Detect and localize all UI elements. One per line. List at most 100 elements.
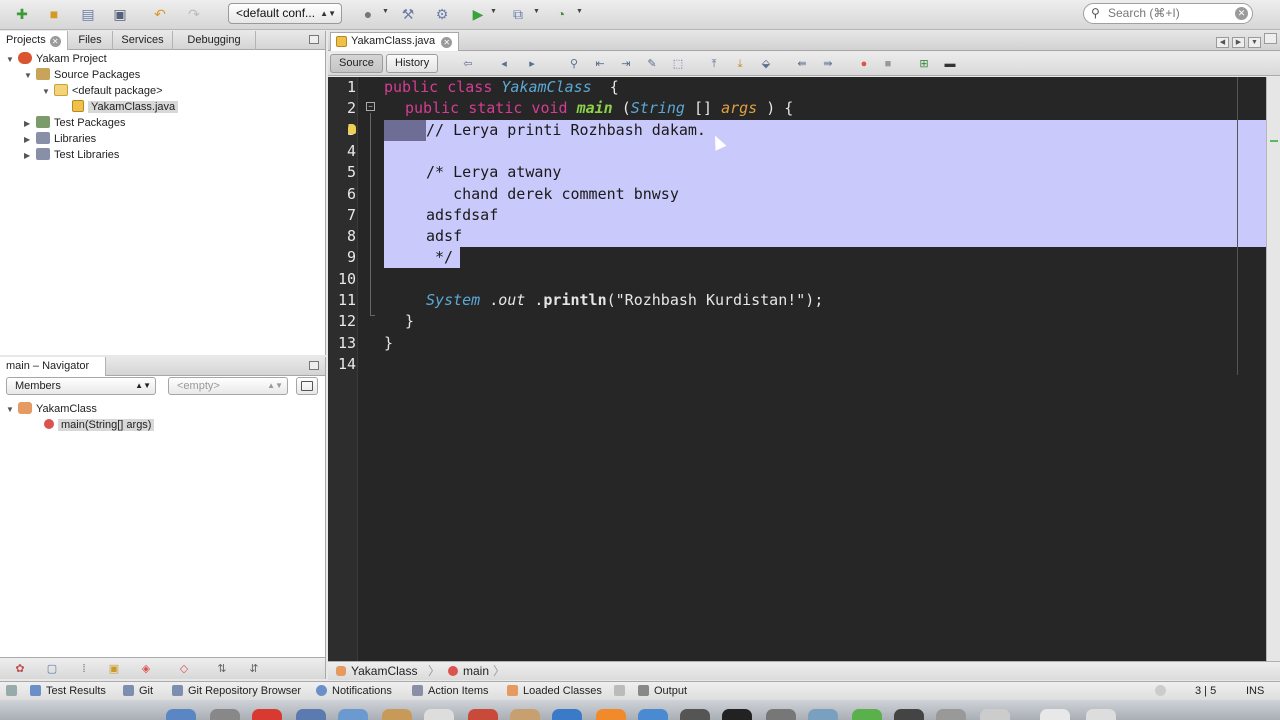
status-git[interactable]: Git xyxy=(123,682,153,700)
status-output[interactable]: Output xyxy=(638,682,687,700)
minimize-panel-icon[interactable] xyxy=(309,361,319,370)
triangle-right-icon[interactable]: ▶ xyxy=(24,116,34,132)
app-icon[interactable] xyxy=(338,709,368,720)
navigator-options-button[interactable] xyxy=(296,377,318,395)
tree-item-libraries[interactable]: ▶ Libraries xyxy=(24,131,96,147)
app-icon[interactable] xyxy=(596,709,626,720)
triangle-down-icon[interactable]: ▼ xyxy=(24,68,34,84)
run-icon[interactable]: ▶ xyxy=(468,4,488,24)
find-next-icon[interactable]: ⇥ xyxy=(618,56,634,72)
launchpad-icon[interactable] xyxy=(210,709,240,720)
shapes-icon[interactable]: ◈ xyxy=(138,661,154,677)
square-icon[interactable]: ▢ xyxy=(44,661,60,677)
sort-alpha-icon[interactable]: ⇵ xyxy=(246,661,262,677)
forward-icon[interactable]: ▸ xyxy=(524,56,540,72)
tree-item-java-file[interactable]: YakamClass.java xyxy=(70,99,179,115)
status-notifications[interactable]: Notifications xyxy=(316,682,392,700)
empty-select[interactable]: <empty> ▲▼ xyxy=(168,377,288,395)
chevron-down-icon[interactable]: ▼ xyxy=(533,8,541,15)
profile-icon[interactable]: ◔ xyxy=(551,4,571,24)
app-icon[interactable] xyxy=(424,709,454,720)
terminal-icon[interactable] xyxy=(722,709,752,720)
close-icon[interactable]: ✕ xyxy=(49,36,61,47)
undo-icon[interactable]: ↶ xyxy=(150,4,170,24)
clean-build-icon[interactable]: ⚙ xyxy=(432,4,452,24)
status-git-repository-browser[interactable]: Git Repository Browser xyxy=(172,682,301,700)
app-icon[interactable] xyxy=(510,709,540,720)
select-icon[interactable]: ⬚ xyxy=(670,56,686,72)
comment-icon[interactable]: ▬ xyxy=(942,56,958,72)
globe-icon[interactable]: ● xyxy=(358,4,378,24)
sort-icon[interactable]: ⇅ xyxy=(214,661,230,677)
tab-projects[interactable]: Projects ✕ xyxy=(0,31,68,50)
app-icon[interactable] xyxy=(552,709,582,720)
tab-navigator[interactable]: main – Navigator✕ xyxy=(0,357,106,391)
tab-services[interactable]: Services xyxy=(113,31,173,50)
shift-left-icon[interactable]: ⇚ xyxy=(794,56,810,72)
app-icon[interactable] xyxy=(766,709,796,720)
new-file-icon[interactable]: ✚ xyxy=(12,4,32,24)
project-icon[interactable]: ✿ xyxy=(12,661,28,677)
scroll-left-icon[interactable]: ◀ xyxy=(1216,37,1229,48)
tree-item-test-libraries[interactable]: ▶ Test Libraries xyxy=(24,147,119,163)
search-input[interactable]: ⚲ Search (⌘+I) ✕ xyxy=(1083,3,1253,24)
navigator-item-class[interactable]: ▼ YakamClass xyxy=(6,401,97,417)
chevron-down-icon[interactable]: ▼ xyxy=(382,8,390,15)
triangle-down-icon[interactable]: ▼ xyxy=(6,52,16,68)
hierarchy-icon[interactable]: ◇ xyxy=(176,661,192,677)
documents-icon[interactable] xyxy=(1040,709,1070,720)
status-action-items[interactable]: Action Items xyxy=(412,682,489,700)
status-output-config-icon[interactable] xyxy=(614,682,630,700)
app-icon[interactable] xyxy=(808,709,838,720)
configuration-select[interactable]: <default conf... ▲▼ xyxy=(228,3,342,24)
tab-debugging[interactable]: Debugging xyxy=(173,31,256,50)
next-bookmark-icon[interactable]: ⤓ xyxy=(732,56,748,72)
app-icon[interactable] xyxy=(468,709,498,720)
app-icon[interactable] xyxy=(638,709,668,720)
triangle-right-icon[interactable]: ▶ xyxy=(24,148,34,164)
app-icon[interactable] xyxy=(894,709,924,720)
find-icon[interactable]: ⚲ xyxy=(566,56,582,72)
shift-right-icon[interactable]: ⇛ xyxy=(820,56,836,72)
diff-icon[interactable]: ⊞ xyxy=(916,56,932,72)
tab-files[interactable]: Files xyxy=(68,31,113,50)
redo-icon[interactable]: ↷ xyxy=(184,4,204,24)
maximize-icon[interactable] xyxy=(1264,33,1277,44)
chevron-down-icon[interactable]: ▼ xyxy=(576,8,584,15)
document-list-icon[interactable]: ▼ xyxy=(1248,37,1261,48)
chevron-down-icon[interactable]: ▼ xyxy=(490,8,498,15)
build-hammer-icon[interactable]: ⚒ xyxy=(398,4,418,24)
app-icon[interactable] xyxy=(852,709,882,720)
status-bulb[interactable] xyxy=(1155,682,1171,700)
code-editor[interactable]: 1 2 3 4 5 6 7 8 9 10 11 12 13 14 − publi… xyxy=(328,77,1266,661)
find-previous-icon[interactable]: ⇤ xyxy=(592,56,608,72)
lock-icon[interactable]: ▣ xyxy=(106,661,122,677)
previous-bookmark-icon[interactable]: ⤒ xyxy=(706,56,722,72)
tree-item-source-packages[interactable]: ▼ Source Packages xyxy=(24,67,140,83)
fold-collapse-icon[interactable]: − xyxy=(366,102,375,111)
status-settings-icon[interactable] xyxy=(6,682,22,700)
last-edit-icon[interactable]: ⇦ xyxy=(460,56,476,72)
toggle-highlight-icon[interactable]: ✎ xyxy=(644,56,660,72)
app-icon[interactable] xyxy=(680,709,710,720)
triangle-down-icon[interactable]: ▼ xyxy=(6,402,16,418)
breadcrumb-item-method[interactable]: main xyxy=(448,662,489,680)
status-loaded-classes[interactable]: Loaded Classes xyxy=(507,682,602,700)
editor-error-stripe[interactable] xyxy=(1266,77,1280,661)
app-icon[interactable] xyxy=(980,709,1010,720)
navigator-item-method[interactable]: main(String[] args) xyxy=(42,417,155,433)
app-icon[interactable] xyxy=(382,709,412,720)
close-icon[interactable]: ✕ xyxy=(441,37,453,48)
divider-icon[interactable]: ⁞ xyxy=(76,661,92,677)
lightbulb-hint-icon[interactable] xyxy=(348,124,356,134)
status-test-results[interactable]: Test Results xyxy=(30,682,106,700)
new-project-icon[interactable]: ■ xyxy=(44,4,64,24)
save-all-icon[interactable]: ▣ xyxy=(110,4,130,24)
toggle-bookmark-icon[interactable]: ⬙ xyxy=(758,56,774,72)
stop-macro-icon[interactable]: ■ xyxy=(880,56,896,72)
open-project-icon[interactable]: ▤ xyxy=(78,4,98,24)
app-icon[interactable] xyxy=(296,709,326,720)
tree-item-test-packages[interactable]: ▶ Test Packages xyxy=(24,115,126,131)
scroll-right-icon[interactable]: ▶ xyxy=(1232,37,1245,48)
debug-icon[interactable]: ⧉ xyxy=(508,4,528,24)
